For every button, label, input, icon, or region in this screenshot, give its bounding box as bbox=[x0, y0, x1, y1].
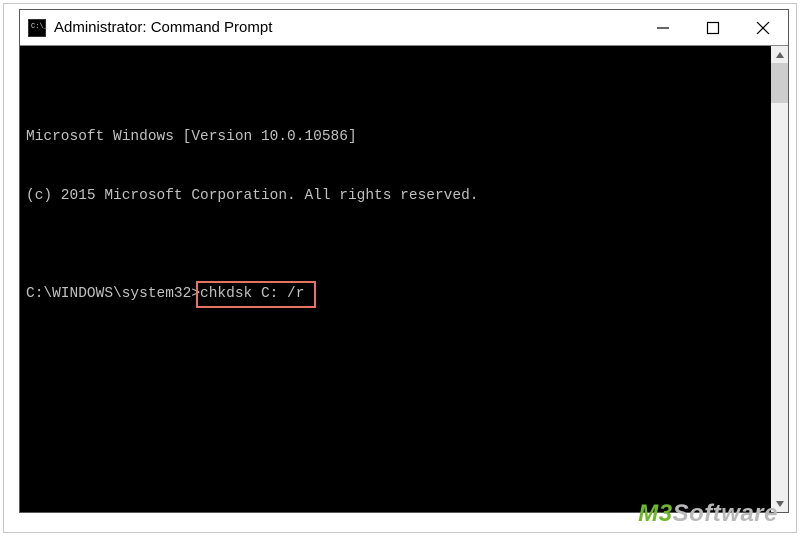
maximize-icon bbox=[706, 21, 720, 35]
terminal-line: Microsoft Windows [Version 10.0.10586] bbox=[26, 128, 782, 148]
scroll-thumb[interactable] bbox=[771, 63, 788, 103]
terminal-command: chkdsk C: /r bbox=[200, 285, 304, 305]
chevron-down-icon bbox=[775, 499, 785, 509]
maximize-button[interactable] bbox=[688, 10, 738, 46]
command-prompt-window: C:\_ Administrator: Command Prompt Micro… bbox=[19, 9, 789, 513]
close-button[interactable] bbox=[738, 10, 788, 46]
chevron-up-icon bbox=[775, 50, 785, 60]
minimize-button[interactable] bbox=[638, 10, 688, 46]
scroll-track[interactable] bbox=[771, 63, 788, 495]
scroll-down-button[interactable] bbox=[771, 495, 788, 512]
outer-frame: C:\_ Administrator: Command Prompt Micro… bbox=[3, 3, 797, 533]
cmd-icon: C:\_ bbox=[28, 19, 46, 37]
window-controls bbox=[638, 10, 788, 46]
scroll-up-button[interactable] bbox=[771, 46, 788, 63]
terminal-line: (c) 2015 Microsoft Corporation. All righ… bbox=[26, 187, 782, 207]
terminal-prompt: C:\WINDOWS\system32> bbox=[26, 285, 200, 305]
terminal[interactable]: Microsoft Windows [Version 10.0.10586] (… bbox=[20, 46, 788, 512]
terminal-prompt-line: C:\WINDOWS\system32>chkdsk C: /r bbox=[26, 285, 782, 305]
vertical-scrollbar[interactable] bbox=[771, 46, 788, 512]
titlebar[interactable]: C:\_ Administrator: Command Prompt bbox=[20, 10, 788, 46]
terminal-content: Microsoft Windows [Version 10.0.10586] (… bbox=[26, 89, 782, 363]
window-title: Administrator: Command Prompt bbox=[54, 19, 272, 36]
close-icon bbox=[756, 21, 770, 35]
minimize-icon bbox=[656, 21, 670, 35]
